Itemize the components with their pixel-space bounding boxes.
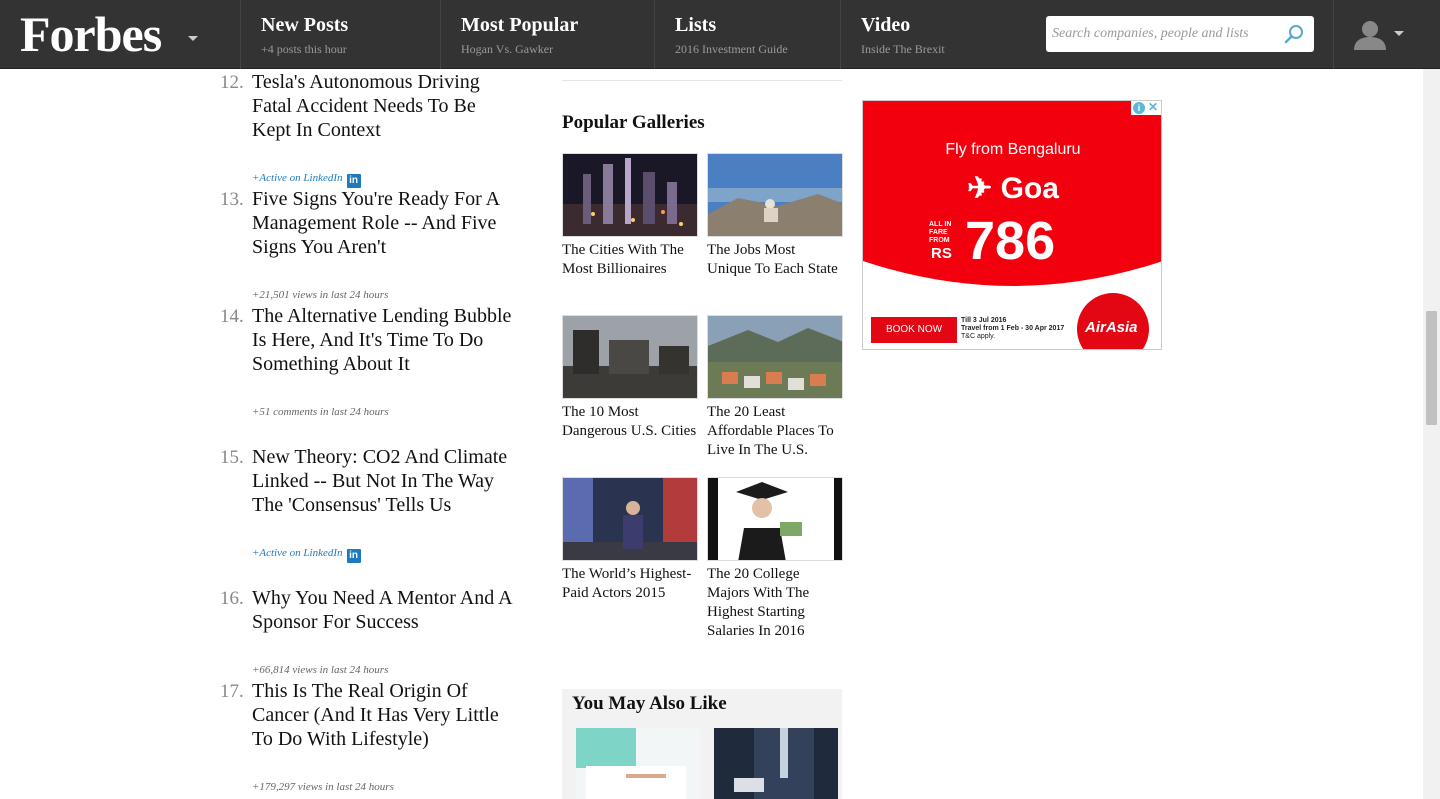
nav-new-posts-title[interactable]: New Posts xyxy=(261,12,440,38)
logo-dropdown-icon[interactable] xyxy=(188,36,198,41)
page-scrollbar[interactable] xyxy=(1423,69,1440,799)
list-item-meta-text[interactable]: +Active on LinkedIn xyxy=(252,172,343,184)
nav-video-title[interactable]: Video xyxy=(861,12,1030,38)
list-item: 12. Tesla's Autonomous Driving Fatal Acc… xyxy=(220,70,520,188)
ad-price: 786 xyxy=(965,211,1056,271)
ad-choices[interactable]: i ✕ xyxy=(1131,101,1161,115)
gallery-card[interactable]: The Jobs Most Unique To Each State xyxy=(707,153,843,279)
ad-destination: ✈ Goa xyxy=(863,171,1161,206)
list-item: 14. The Alternative Lending Bubble Is He… xyxy=(220,304,520,420)
list-item-number: 17. xyxy=(220,681,244,702)
list-item-meta: +Active on LinkedIn in xyxy=(252,545,520,563)
gallery-card[interactable]: The 20 College Majors With The Highest S… xyxy=(707,477,843,641)
recommended-thumbnail[interactable] xyxy=(576,728,700,799)
airasia-logo-text: AirAsia xyxy=(1085,319,1138,336)
advertisement-banner[interactable]: Fly from Bengaluru ✈ Goa ALL IN FARE FRO… xyxy=(862,100,1162,350)
user-menu[interactable] xyxy=(1333,0,1440,69)
gallery-caption[interactable]: The 20 Least Affordable Places To Live I… xyxy=(707,403,843,460)
gallery-thumbnail[interactable] xyxy=(562,315,698,399)
linkedin-icon[interactable]: in xyxy=(346,549,361,563)
nav-new-posts[interactable]: New Posts +4 posts this hour xyxy=(240,0,440,69)
gallery-card[interactable]: The World’s Highest-Paid Actors 2015 xyxy=(562,477,698,603)
list-item-meta: +51 comments in last 24 hours xyxy=(252,406,389,418)
list-item-title[interactable]: This Is The Real Origin Of Cancer (And I… xyxy=(252,679,512,751)
recommended-thumbnail[interactable] xyxy=(714,728,838,799)
search-icon[interactable] xyxy=(1284,24,1304,44)
list-item: 16. Why You Need A Mentor And A Sponsor … xyxy=(220,586,520,678)
list-item-title[interactable]: Five Signs You're Ready For A Management… xyxy=(252,187,512,259)
linkedin-icon[interactable]: in xyxy=(346,174,361,188)
nav-most-popular-sub[interactable]: Hogan Vs. Gawker xyxy=(461,40,654,58)
gallery-caption[interactable]: The Cities With The Most Billionaires xyxy=(562,241,698,279)
you-may-also-like-heading: You May Also Like xyxy=(572,693,727,714)
gallery-card[interactable]: The 10 Most Dangerous U.S. Cities xyxy=(562,315,698,441)
gallery-thumbnail[interactable] xyxy=(707,153,843,237)
list-item-meta: +66,814 views in last 24 hours xyxy=(252,664,389,676)
book-now-button[interactable]: BOOK NOW xyxy=(871,317,957,343)
nav-lists-title[interactable]: Lists xyxy=(675,12,840,38)
gallery-caption[interactable]: The 10 Most Dangerous U.S. Cities xyxy=(562,403,698,441)
forbes-logo[interactable]: Forbes xyxy=(20,6,162,62)
nav-video[interactable]: Video Inside The Brexit xyxy=(840,0,1030,69)
gallery-card[interactable]: The Cities With The Most Billionaires xyxy=(562,153,698,279)
ad-destination-text: Goa xyxy=(1000,172,1059,205)
nav-new-posts-sub[interactable]: +4 posts this hour xyxy=(261,40,440,58)
list-item-meta: +21,501 views in last 24 hours xyxy=(252,289,389,301)
ad-fare-note: ALL IN FARE FROM xyxy=(929,221,952,244)
list-item-number: 14. xyxy=(220,306,244,327)
ad-terms-line-2: Travel from 1 Feb - 30 Apr 2017 xyxy=(961,325,1065,332)
gallery-thumbnail[interactable] xyxy=(707,315,843,399)
list-item-number: 15. xyxy=(220,447,244,468)
ad-currency: RS xyxy=(931,245,952,262)
ad-terms-line-1: Till 3 Jul 2016 xyxy=(961,317,1007,324)
list-item-meta: +Active on LinkedIn in xyxy=(252,170,520,188)
ad-terms-line-3: T&C apply. xyxy=(961,333,996,340)
nav-video-sub[interactable]: Inside The Brexit xyxy=(861,40,1030,58)
gallery-card[interactable]: The 20 Least Affordable Places To Live I… xyxy=(707,315,843,460)
gallery-caption[interactable]: The 20 College Majors With The Highest S… xyxy=(707,565,843,641)
list-item-meta-text[interactable]: +Active on LinkedIn xyxy=(252,547,343,559)
section-divider xyxy=(562,80,842,81)
you-may-also-like-box: You May Also Like xyxy=(562,689,842,799)
search-box xyxy=(1046,16,1314,52)
list-item-meta: +179,297 views in last 24 hours xyxy=(252,781,394,793)
scrollbar-thumb[interactable] xyxy=(1426,311,1437,425)
ad-info-icon[interactable]: i xyxy=(1133,102,1145,114)
gallery-caption[interactable]: The World’s Highest-Paid Actors 2015 xyxy=(562,565,698,603)
ad-terms: Till 3 Jul 2016 Travel from 1 Feb - 30 A… xyxy=(961,317,1081,341)
nav-lists[interactable]: Lists 2016 Investment Guide xyxy=(654,0,840,69)
list-item-title[interactable]: New Theory: CO2 And Climate Linked -- Bu… xyxy=(252,445,512,517)
ad-fly-text: Fly from Bengaluru xyxy=(945,141,1081,158)
list-item-title[interactable]: The Alternative Lending Bubble Is Here, … xyxy=(252,304,512,376)
list-item-number: 12. xyxy=(220,72,244,93)
gallery-thumbnail[interactable] xyxy=(562,477,698,561)
list-item-title[interactable]: Tesla's Autonomous Driving Fatal Acciden… xyxy=(252,70,512,142)
popular-galleries-heading: Popular Galleries xyxy=(562,112,705,133)
nav-most-popular-title[interactable]: Most Popular xyxy=(461,12,654,38)
list-item: 15. New Theory: CO2 And Climate Linked -… xyxy=(220,445,520,563)
list-item: 17. This Is The Real Origin Of Cancer (A… xyxy=(220,679,520,795)
list-item: 13. Five Signs You're Ready For A Manage… xyxy=(220,187,520,303)
search-input[interactable] xyxy=(1046,16,1276,52)
user-dropdown-icon[interactable] xyxy=(1394,31,1404,36)
nav-most-popular[interactable]: Most Popular Hogan Vs. Gawker xyxy=(440,0,654,69)
gallery-thumbnail[interactable] xyxy=(562,153,698,237)
list-item-number: 13. xyxy=(220,189,244,210)
ad-close-icon[interactable]: ✕ xyxy=(1148,101,1158,114)
nav-lists-sub[interactable]: 2016 Investment Guide xyxy=(675,40,840,58)
user-avatar-icon[interactable] xyxy=(1352,18,1388,50)
list-item-title[interactable]: Why You Need A Mentor And A Sponsor For … xyxy=(252,586,512,634)
plane-icon: ✈ xyxy=(967,172,993,205)
list-item-number: 16. xyxy=(220,588,244,609)
top-navigation-bar: Forbes New Posts +4 posts this hour Most… xyxy=(0,0,1440,69)
gallery-thumbnail[interactable] xyxy=(707,477,843,561)
gallery-caption[interactable]: The Jobs Most Unique To Each State xyxy=(707,241,843,279)
